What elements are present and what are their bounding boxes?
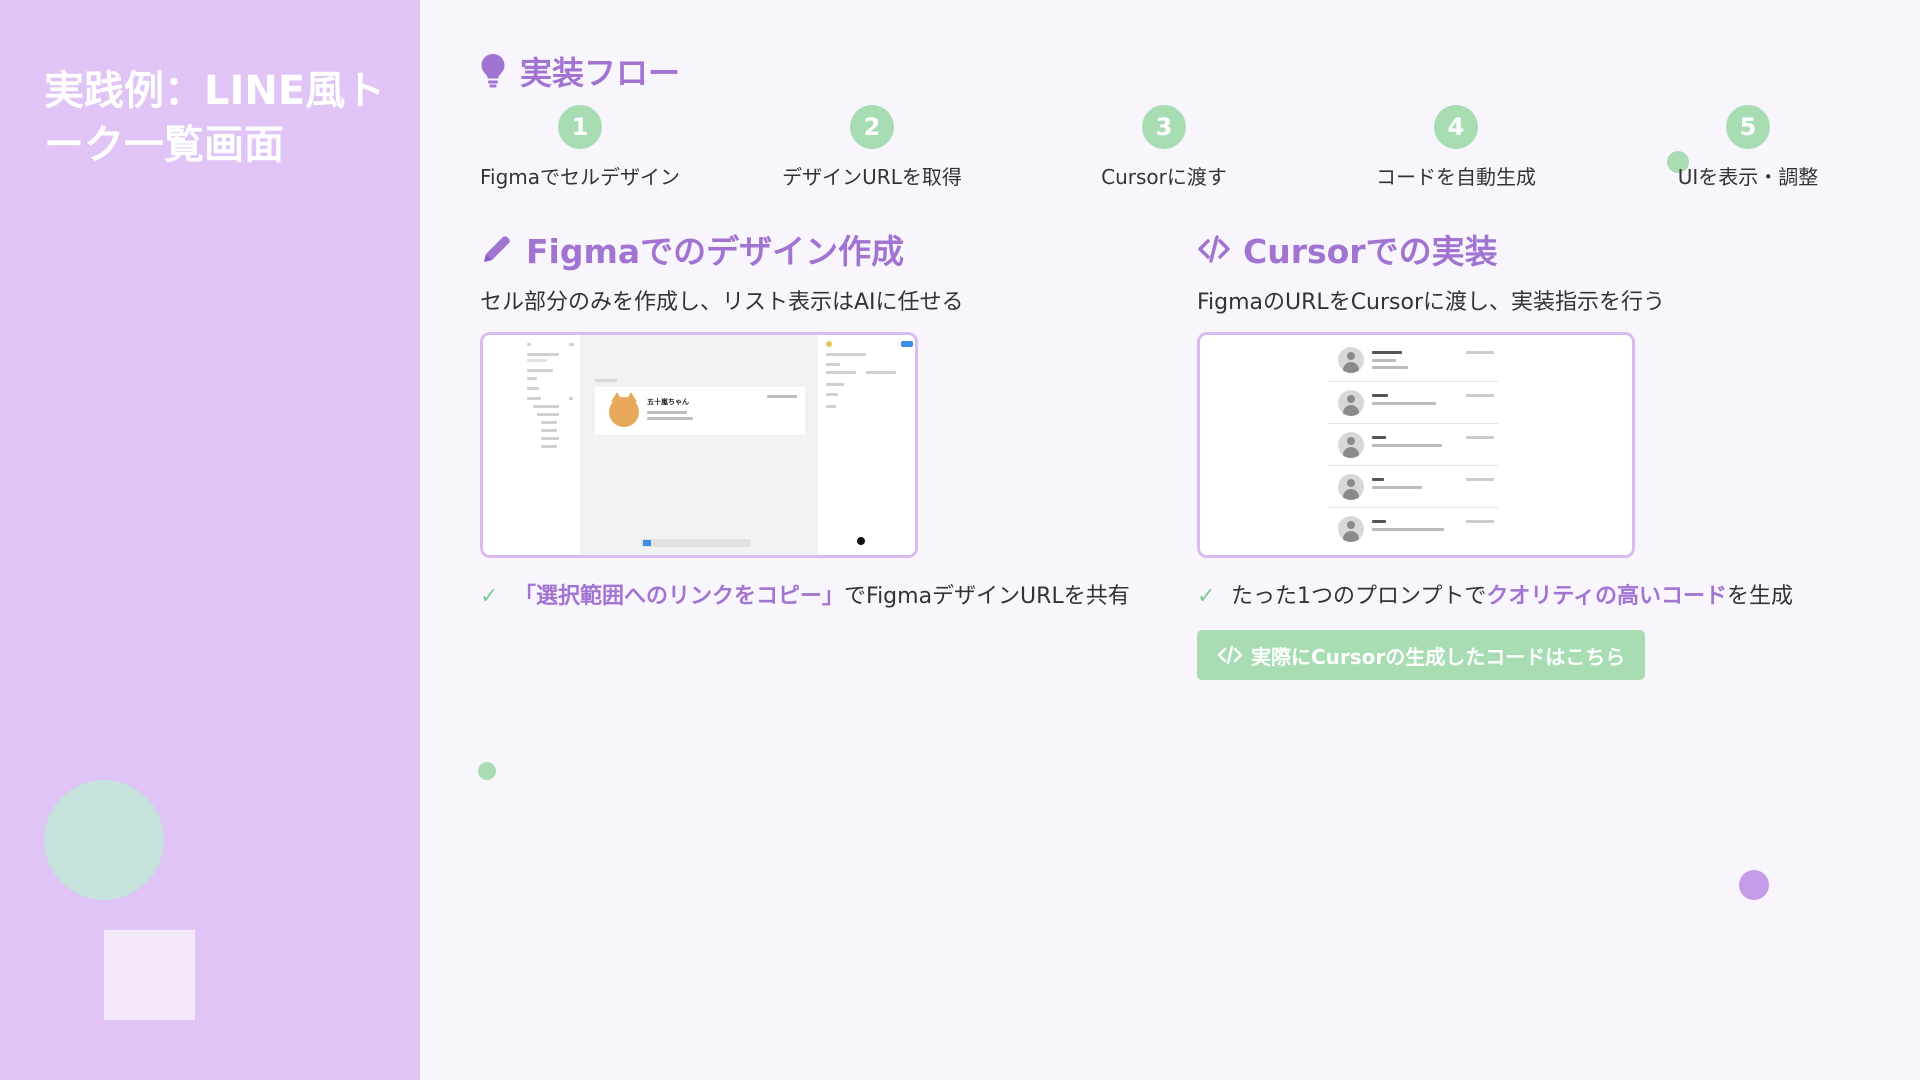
main-content: 実装フロー 1 Figmaでセルデザイン 2 デザインURLを取得 3 Curs…	[420, 0, 1920, 1080]
figma-section: Figmaでのデザイン作成 セル部分のみを作成し、リスト表示はAIに任せる 五十…	[480, 226, 1160, 614]
list-item	[1328, 339, 1498, 381]
cursor-section: Cursorでの実装 FigmaのURLをCursorに渡し、実装指示を行う ✓…	[1197, 226, 1877, 680]
step-number: 5	[1726, 105, 1770, 149]
check-icon: ✓	[1197, 584, 1216, 609]
figma-check-text: でFigmaデザインURLを共有	[844, 584, 1130, 609]
avatar	[1338, 432, 1364, 458]
sidebar: 実践例：LINE風トーク一覧画面	[0, 0, 420, 1080]
cursor-check-text-post: を生成	[1727, 584, 1794, 609]
cursor-heading-text: Cursorでの実装	[1243, 232, 1498, 271]
lightbulb-icon	[481, 54, 505, 88]
cursor-check-item: ✓ たった1つのプロンプトでクオリティの高いコードを生成	[1197, 580, 1877, 614]
view-generated-code-button[interactable]: 実際にCursorの生成したコードはこちら	[1197, 630, 1646, 680]
decorative-dot	[478, 762, 496, 780]
cursor-heading: Cursorでの実装	[1197, 226, 1877, 272]
step-number: 2	[850, 105, 894, 149]
figma-heading: Figmaでのデザイン作成	[480, 226, 1160, 272]
step-number: 3	[1142, 105, 1186, 149]
step-label: コードを自動生成	[1376, 165, 1536, 189]
cell-name: 五十嵐ちゃん	[647, 398, 689, 406]
figma-subtitle: セル部分のみを作成し、リスト表示はAIに任せる	[480, 290, 964, 315]
figma-properties-panel	[817, 335, 915, 555]
flow-steps: 1 Figmaでセルデザイン 2 デザインURLを取得 3 Cursorに渡す …	[460, 105, 1900, 195]
cat-avatar	[609, 392, 639, 427]
figma-check-item: ✓ 「選択範囲へのリンクをコピー」でFigmaデザインURLを共有	[480, 580, 1160, 614]
flow-step-3: 3 Cursorに渡す	[1044, 105, 1284, 190]
cursor-subtitle: FigmaのURLをCursorに渡し、実装指示を行う	[1197, 290, 1666, 315]
list-item	[1328, 465, 1498, 507]
step-label: UIを表示・調整	[1677, 165, 1819, 189]
code-icon	[1198, 235, 1230, 263]
decorative-circle	[44, 780, 164, 900]
cursor-screenshot	[1197, 332, 1635, 558]
talk-list-preview	[1328, 335, 1498, 555]
pencil-icon	[484, 236, 510, 262]
figma-layers-panel	[483, 335, 581, 555]
avatar	[1338, 347, 1364, 373]
flow-step-5: 5 UIを表示・調整	[1628, 105, 1868, 190]
step-label: デザインURLを取得	[782, 165, 962, 189]
flow-heading-text: 実装フロー	[520, 54, 681, 92]
step-label: Figmaでセルデザイン	[479, 165, 681, 189]
avatar	[1338, 390, 1364, 416]
flow-heading: 実装フロー	[480, 48, 680, 94]
cursor-check-text-pre: たった1つのプロンプトで	[1231, 584, 1487, 609]
flow-step-4: 4 コードを自動生成	[1336, 105, 1576, 190]
step-label: Cursorに渡す	[1101, 165, 1227, 189]
figma-screenshot: 五十嵐ちゃん	[480, 332, 918, 558]
figma-check-highlight: 「選択範囲へのリンクをコピー」	[514, 584, 845, 609]
step-number: 4	[1434, 105, 1478, 149]
slide-title: 実践例：LINE風トーク一覧画面	[44, 68, 386, 168]
figma-heading-text: Figmaでのデザイン作成	[526, 232, 905, 271]
code-icon	[1217, 645, 1243, 665]
figma-canvas: 五十嵐ちゃん	[581, 335, 817, 555]
decorative-square	[104, 930, 195, 1020]
figma-cell-frame: 五十嵐ちゃん	[595, 387, 805, 435]
list-item	[1328, 423, 1498, 465]
avatar	[1338, 516, 1364, 542]
flow-step-1: 1 Figmaでセルデザイン	[460, 105, 700, 190]
check-icon: ✓	[480, 584, 499, 609]
avatar	[1338, 474, 1364, 500]
list-item	[1328, 381, 1498, 423]
flow-step-2: 2 デザインURLを取得	[752, 105, 992, 190]
cursor-check-highlight: クオリティの高いコード	[1486, 584, 1728, 609]
list-item	[1328, 507, 1498, 549]
step-number: 1	[558, 105, 602, 149]
figma-toolbar	[641, 539, 751, 547]
button-label: 実際にCursorの生成したコードはこちら	[1251, 644, 1626, 669]
decorative-dot	[1739, 870, 1769, 900]
